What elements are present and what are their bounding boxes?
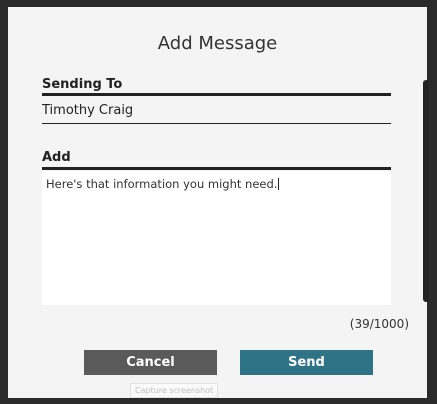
text-caret xyxy=(278,178,280,190)
sending-to-divider xyxy=(42,93,391,96)
sending-to-label: Sending To xyxy=(42,77,123,92)
cancel-button[interactable]: Cancel xyxy=(84,350,217,375)
capture-screenshot-tooltip: Capture screenshot xyxy=(130,383,219,398)
add-label: Add xyxy=(42,150,71,165)
send-button[interactable]: Send xyxy=(240,350,373,375)
recipient-name: Timothy Craig xyxy=(42,103,134,118)
dialog-title: Add Message xyxy=(157,33,278,54)
add-divider xyxy=(42,167,391,170)
add-message-dialog: Add Message Sending To Timothy Craig Add… xyxy=(8,7,429,398)
recipient-divider xyxy=(42,123,391,124)
character-counter: (39/1000) xyxy=(349,317,409,331)
message-textarea[interactable]: Here's that information you might need. xyxy=(42,171,391,305)
message-text: Here's that information you might need. xyxy=(46,177,278,191)
scrollbar[interactable] xyxy=(423,80,429,302)
